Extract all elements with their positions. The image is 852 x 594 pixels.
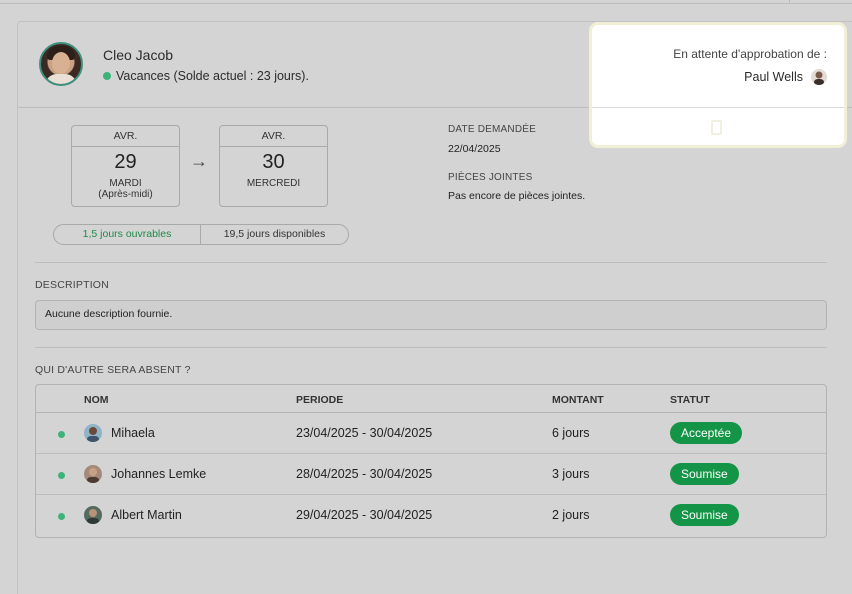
- status-badge: Soumise: [670, 504, 739, 526]
- avatar: [84, 506, 102, 524]
- approver-name: Paul Wells: [744, 70, 803, 84]
- table-row[interactable]: Mihaela 23/04/2025 - 30/04/2025 6 jours …: [36, 413, 826, 454]
- status-dot-icon: [58, 472, 65, 479]
- description-label: DESCRIPTION: [35, 279, 109, 291]
- attachments-label: PIÈCES JOINTES: [448, 172, 533, 183]
- top-bar: [0, 0, 852, 4]
- approval-popup: En attente d'approbation de : Paul Wells: [589, 22, 847, 148]
- start-date-box: AVR. 29 MARDI (Après-midi): [71, 125, 180, 207]
- row-period: 28/04/2025 - 30/04/2025: [296, 467, 433, 481]
- row-name: Mihaela: [111, 426, 155, 440]
- table-header: NOM PERIODE MONTANT STATUT: [36, 385, 826, 413]
- column-header-status: STATUT: [670, 394, 710, 406]
- start-day: 29: [114, 151, 137, 173]
- avatar: [84, 465, 102, 483]
- column-header-name: NOM: [84, 394, 109, 406]
- others-absent-label: QUI D'AUTRE SERA ABSENT ?: [35, 364, 191, 376]
- avatar: [84, 424, 102, 442]
- end-weekday: MERCREDI: [246, 178, 301, 189]
- days-summary-pill: 1,5 jours ouvrables 19,5 jours disponibl…: [53, 224, 349, 245]
- table-row[interactable]: Albert Martin 29/04/2025 - 30/04/2025 2 …: [36, 495, 826, 536]
- arrow-right-icon: →: [190, 151, 208, 171]
- column-header-amount: MONTANT: [552, 394, 604, 406]
- end-month: AVR.: [220, 126, 327, 147]
- divider: [35, 262, 827, 263]
- employee-status: Vacances (Solde actuel : 23 jours).: [103, 69, 309, 83]
- requested-date-label: DATE DEMANDÉE: [448, 124, 536, 135]
- status-dot-icon: [58, 431, 65, 438]
- approval-label: En attente d'approbation de :: [673, 47, 827, 61]
- approver[interactable]: Paul Wells: [744, 69, 827, 85]
- requested-date-value: 22/04/2025: [448, 143, 501, 155]
- row-name: Albert Martin: [111, 508, 182, 522]
- approver-avatar: [811, 69, 827, 85]
- description-field: Aucune description fournie.: [35, 300, 827, 330]
- top-tab-left: [0, 0, 790, 4]
- end-day: 30: [262, 151, 285, 173]
- column-header-period: PERIODE: [296, 394, 344, 406]
- employee-avatar: [39, 42, 83, 86]
- table-row[interactable]: Johannes Lemke 28/04/2025 - 30/04/2025 3…: [36, 454, 826, 495]
- placeholder-icon: [711, 120, 722, 135]
- row-name: Johannes Lemke: [111, 467, 207, 481]
- requested-date-block: DATE DEMANDÉE 22/04/2025: [448, 124, 536, 155]
- status-dot-icon: [103, 72, 111, 80]
- attachments-value: Pas encore de pièces jointes.: [448, 190, 586, 202]
- divider: [35, 347, 827, 348]
- working-days: 1,5 jours ouvrables: [54, 225, 201, 244]
- row-period: 29/04/2025 - 30/04/2025: [296, 508, 433, 522]
- end-date-box: AVR. 30 MERCREDI: [219, 125, 328, 207]
- start-weekday: MARDI: [109, 178, 142, 189]
- status-badge: Soumise: [670, 463, 739, 485]
- status-dot-icon: [58, 513, 65, 520]
- popup-divider: [592, 107, 844, 108]
- top-tab-right: [789, 0, 852, 4]
- attachments-block: PIÈCES JOINTES Pas encore de pièces join…: [448, 172, 585, 202]
- available-days: 19,5 jours disponibles: [223, 228, 326, 240]
- row-amount: 2 jours: [552, 508, 590, 522]
- others-absent-table: NOM PERIODE MONTANT STATUT Mihaela 23/04…: [35, 384, 827, 538]
- employee-name: Cleo Jacob: [103, 47, 174, 63]
- start-day-part: (Après-midi): [98, 189, 153, 200]
- row-period: 23/04/2025 - 30/04/2025: [296, 426, 433, 440]
- row-amount: 3 jours: [552, 467, 590, 481]
- start-month: AVR.: [72, 126, 179, 147]
- row-amount: 6 jours: [552, 426, 590, 440]
- status-badge: Acceptée: [670, 422, 743, 444]
- employee-status-text: Vacances (Solde actuel : 23 jours).: [116, 69, 309, 83]
